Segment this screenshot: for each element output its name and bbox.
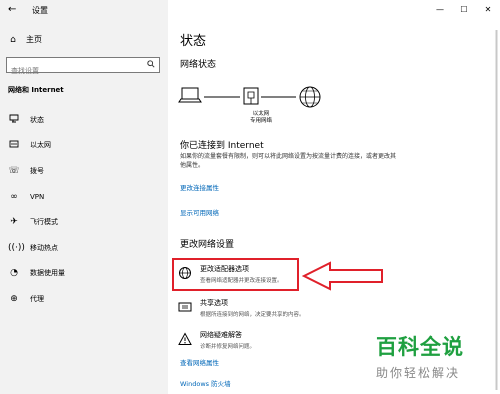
window-controls: — ☐ ✕ [428, 0, 500, 22]
sidebar-item-airplane[interactable]: ✈ 飞行模式 [0, 209, 168, 235]
minimize-button[interactable]: — [428, 0, 452, 22]
proxy-icon: ⊕ [10, 293, 18, 304]
watermark-title: 百科全说 [376, 335, 464, 359]
warning-icon [178, 332, 192, 345]
sidebar-item-label: 状态 [30, 115, 44, 124]
sidebar-item-vpn[interactable]: ∞ VPN [0, 184, 168, 210]
home-icon: ⌂ [10, 34, 16, 45]
settings-window: ← 设置 ⌂ 主页 网络和 Internet 状态 [0, 0, 500, 394]
sharing-icon [178, 302, 192, 312]
home-label: 主页 [26, 35, 42, 44]
change-network-settings-heading: 更改网络设置 [180, 240, 235, 250]
sidebar-item-label: VPN [30, 192, 45, 201]
sidebar-item-data-usage[interactable]: ◔ 数据使用量 [0, 261, 168, 287]
maximize-button[interactable]: ☐ [452, 0, 476, 22]
network-diagram [178, 86, 321, 108]
sidebar-item-ethernet[interactable]: 以太网 [0, 133, 168, 159]
setting-description: 诊断并修复网络问题。 [200, 344, 256, 350]
title-bar: ← 设置 [0, 0, 168, 22]
connected-description: 如果你的流量套餐有限制，则可以将此网络设置为按流量计费的连接，或者更改其他属性。 [180, 153, 397, 169]
windows-firewall-link[interactable]: Windows 防火墙 [180, 378, 231, 388]
ethernet-adapter-icon [243, 87, 259, 105]
app-title: 设置 [32, 6, 48, 15]
show-available-networks-link[interactable]: 显示可用网络 [180, 207, 219, 217]
sidebar-item-label: 以太网 [30, 141, 51, 150]
close-button[interactable]: ✕ [476, 0, 500, 22]
search-icon[interactable] [147, 60, 155, 70]
setting-title: 网络疑难解答 [200, 331, 242, 339]
watermark-subtitle: 助你轻松解决 [376, 366, 461, 380]
search-box[interactable] [6, 57, 160, 78]
change-connection-properties-link[interactable]: 更改连接属性 [180, 182, 219, 192]
sidebar-item-label: 移动热点 [30, 243, 58, 252]
sharing-options[interactable]: 共享选项 根据所连接到的网络，决定要共享的内容。 [178, 298, 305, 318]
view-network-properties-link[interactable]: 查看网络属性 [180, 357, 219, 367]
globe-icon [299, 86, 321, 108]
page-title: 状态 [180, 34, 207, 49]
highlight-box [172, 258, 299, 291]
sidebar-nav: 状态 以太网 ☏ 拨号 ∞ VPN ✈ 飞行模式 ((·)) 移动热点 ◔ 数据… [0, 107, 168, 312]
dialup-icon: ☏ [8, 165, 20, 176]
home-nav-item[interactable]: ⌂ 主页 [8, 34, 42, 45]
airplane-icon: ✈ [10, 217, 18, 228]
search-input[interactable] [7, 64, 137, 78]
sidebar-item-label: 代理 [30, 294, 44, 303]
setting-title: 共享选项 [200, 299, 228, 307]
network-status-heading: 网络状态 [180, 60, 217, 70]
connected-title: 你已连接到 Internet [180, 141, 264, 151]
hotspot-icon: ((·)) [8, 242, 25, 253]
section-title: 网络和 Internet [8, 86, 64, 94]
sidebar-item-proxy[interactable]: ⊕ 代理 [0, 286, 168, 312]
sidebar-item-label: 拨号 [30, 166, 44, 175]
setting-description: 根据所连接到的网络，决定要共享的内容。 [200, 312, 305, 318]
sidebar-item-label: 数据使用量 [30, 269, 65, 278]
scrollbar[interactable] [495, 30, 498, 390]
status-icon [8, 113, 20, 126]
data-usage-icon: ◔ [10, 268, 18, 279]
sidebar-item-label: 飞行模式 [30, 218, 58, 227]
arrow-annotation [302, 261, 383, 291]
network-troubleshooter[interactable]: 网络疑难解答 诊断并修复网络问题。 [178, 330, 255, 350]
sidebar-item-dialup[interactable]: ☏ 拨号 [0, 158, 168, 184]
sidebar: ← 设置 ⌂ 主页 网络和 Internet 状态 [0, 0, 168, 394]
computer-icon [178, 87, 202, 103]
watermark: 百科全说 助你轻松解决 [376, 331, 494, 389]
back-arrow-icon[interactable]: ← [8, 4, 16, 15]
vpn-icon: ∞ [10, 191, 18, 202]
ethernet-icon [8, 139, 20, 152]
sidebar-item-hotspot[interactable]: ((·)) 移动热点 [0, 235, 168, 261]
sidebar-item-status[interactable]: 状态 [0, 107, 168, 133]
adapter-caption: 以太网 专用网络 [249, 111, 272, 124]
